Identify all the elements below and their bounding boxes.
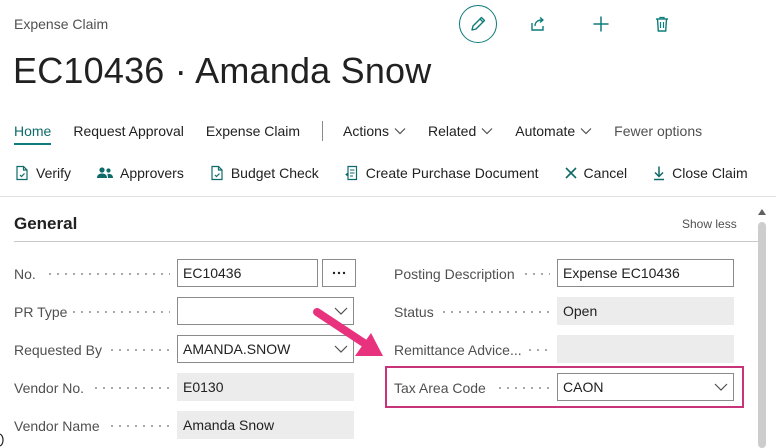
- close-claim-button[interactable]: Close Claim: [652, 165, 748, 181]
- requested-by-label: Requested By: [14, 342, 102, 358]
- download-icon: [654, 166, 665, 181]
- document-check-icon: [211, 165, 223, 181]
- verify-label: Verify: [36, 165, 72, 181]
- page-type-label: Expense Claim: [14, 16, 109, 32]
- posting-description-input[interactable]: Expense EC10436: [557, 259, 734, 287]
- no-leader-dots: [46, 273, 170, 275]
- share-button[interactable]: [519, 5, 557, 43]
- action-bar: Home Request Approval Expense Claim Acti…: [14, 118, 724, 145]
- vendor-name-field: Amanda Snow: [177, 411, 354, 439]
- remittance-advice-label: Remittance Advice...: [394, 342, 522, 358]
- close-icon: [564, 167, 577, 179]
- posting-description-leader-dots: [522, 273, 550, 275]
- edit-button[interactable]: [459, 5, 497, 43]
- requested-by-value: AMANDA.SNOW: [183, 341, 291, 357]
- menu-actions-label: Actions: [343, 123, 389, 139]
- delete-icon: [656, 16, 668, 32]
- chevron-down-icon: [481, 128, 493, 135]
- tax-area-code-select[interactable]: CAON: [557, 373, 734, 401]
- approvers-button[interactable]: Approvers: [96, 165, 184, 181]
- tab-expense-claim[interactable]: Expense Claim: [206, 123, 300, 139]
- tab-request-approval[interactable]: Request Approval: [73, 123, 184, 139]
- no-label: No.: [14, 266, 36, 282]
- fewer-options-button[interactable]: Fewer options: [614, 123, 702, 139]
- general-section-title[interactable]: General: [14, 214, 77, 234]
- requested-by-leader-dots: [108, 349, 170, 351]
- scrollbar-thumb[interactable]: [758, 222, 766, 448]
- new-button[interactable]: [582, 5, 620, 43]
- chevron-down-icon: [580, 128, 592, 135]
- document-check-icon: [16, 165, 28, 181]
- create-purchase-document-label: Create Purchase Document: [365, 165, 539, 181]
- close-claim-label: Close Claim: [672, 165, 748, 181]
- tax-area-code-value: CAON: [563, 379, 604, 395]
- delete-button[interactable]: [643, 5, 681, 43]
- cancel-button[interactable]: Cancel: [564, 165, 628, 181]
- approvers-label: Approvers: [120, 165, 184, 181]
- status-field: Open: [557, 297, 734, 325]
- people-icon: [97, 167, 114, 178]
- menu-actions[interactable]: Actions: [343, 123, 406, 139]
- remittance-advice-field: [557, 335, 734, 363]
- chevron-down-icon: [394, 128, 406, 135]
- remittance-advice-leader-dots: [526, 349, 550, 351]
- edge-bracket-icon: [0, 433, 4, 447]
- pr-type-label: PR Type: [14, 304, 68, 320]
- tax-area-code-leader-dots: [496, 387, 550, 389]
- scroll-up-button[interactable]: [756, 206, 768, 218]
- create-document-icon: [345, 165, 357, 181]
- show-less-link[interactable]: Show less: [682, 217, 737, 231]
- triangle-up-icon: [758, 209, 766, 215]
- vendor-no-leader-dots: [92, 387, 170, 389]
- menu-related-label: Related: [427, 123, 477, 139]
- verify-button[interactable]: Verify: [14, 165, 71, 181]
- status-label: Status: [394, 304, 434, 320]
- action-bar-separator: [322, 121, 324, 141]
- vendor-no-field: E0130: [177, 373, 354, 401]
- menu-automate-label: Automate: [515, 123, 576, 139]
- add-icon: [593, 16, 609, 32]
- section-divider: [14, 241, 766, 242]
- tab-home[interactable]: Home: [14, 123, 52, 145]
- vendor-name-leader-dots: [108, 425, 170, 427]
- budget-check-button[interactable]: Budget Check: [209, 165, 319, 181]
- vendor-no-label: Vendor No.: [14, 380, 85, 396]
- annotation-arrow-icon: [313, 308, 383, 356]
- menu-related[interactable]: Related: [428, 123, 493, 139]
- chevron-down-icon: [714, 383, 728, 391]
- cancel-label: Cancel: [583, 165, 628, 181]
- menu-automate[interactable]: Automate: [515, 123, 592, 139]
- page-title: EC10436 · Amanda Snow: [13, 50, 432, 91]
- vendor-name-label: Vendor Name: [14, 418, 100, 434]
- pr-type-leader-dots: [70, 311, 170, 313]
- status-leader-dots: [440, 311, 550, 313]
- no-input[interactable]: EC10436: [177, 259, 318, 287]
- more-icon: [332, 271, 346, 275]
- posting-description-label: Posting Description: [394, 266, 515, 282]
- promoted-actions-toolbar: Verify Approvers Budget Check Create Pur…: [14, 158, 773, 188]
- no-lookup-button[interactable]: [322, 259, 356, 287]
- toolbar-divider: [0, 196, 776, 197]
- create-purchase-document-button[interactable]: Create Purchase Document: [344, 165, 539, 181]
- share-icon: [531, 16, 544, 31]
- budget-check-label: Budget Check: [230, 165, 319, 181]
- edit-icon: [471, 16, 486, 31]
- tax-area-code-label: Tax Area Code: [394, 380, 486, 396]
